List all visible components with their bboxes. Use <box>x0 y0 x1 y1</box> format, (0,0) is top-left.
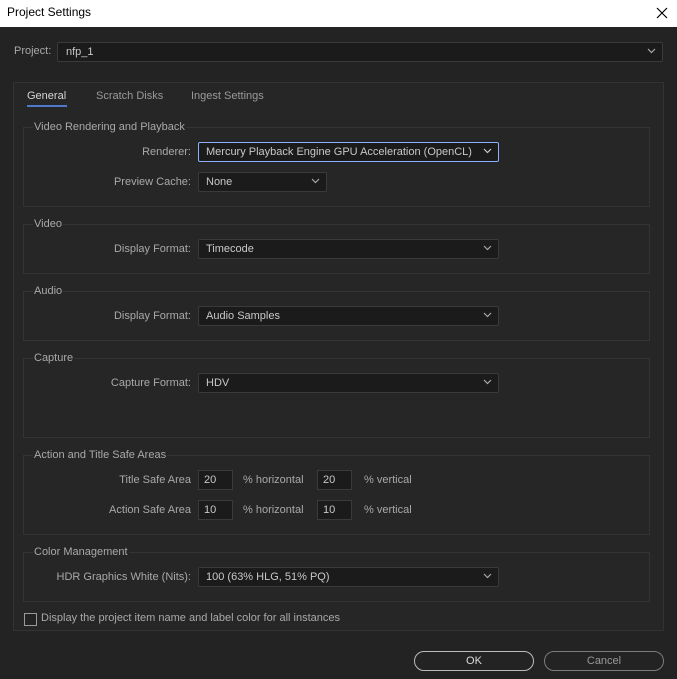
audio-display-format-value: Audio Samples <box>206 310 280 322</box>
chevron-down-icon <box>647 48 656 54</box>
title-safe-horizontal-input[interactable]: 20 <box>198 470 233 490</box>
title-safe-horizontal-unit: % horizontal <box>243 474 304 486</box>
video-display-format-label: Display Format: <box>113 243 191 255</box>
chevron-down-icon <box>483 573 492 579</box>
video-display-format-value: Timecode <box>206 243 254 255</box>
action-safe-vertical-input[interactable]: 10 <box>317 500 352 520</box>
hdr-graphics-white-value: 100 (63% HLG, 51% PQ) <box>206 571 330 583</box>
color-management-title: Color Management <box>33 546 129 558</box>
video-title: Video <box>33 218 63 230</box>
chevron-down-icon <box>483 312 492 318</box>
title-safe-vertical-unit: % vertical <box>364 474 412 486</box>
chevron-down-icon <box>311 178 320 184</box>
renderer-dropdown[interactable]: Mercury Playback Engine GPU Acceleration… <box>198 142 499 162</box>
action-safe-horizontal-unit: % horizontal <box>243 504 304 516</box>
tab-ingest-settings[interactable]: Ingest Settings <box>191 90 264 102</box>
capture-format-label: Capture Format: <box>110 377 191 389</box>
close-button[interactable] <box>650 2 674 24</box>
action-safe-horizontal-input[interactable]: 10 <box>198 500 233 520</box>
action-safe-vertical-unit: % vertical <box>364 504 412 516</box>
action-safe-label: Action Safe Area <box>109 504 191 516</box>
safe-areas-title: Action and Title Safe Areas <box>33 449 168 461</box>
chevron-down-icon <box>483 245 492 251</box>
hdr-graphics-white-dropdown[interactable]: 100 (63% HLG, 51% PQ) <box>198 567 499 587</box>
audio-display-format-dropdown[interactable]: Audio Samples <box>198 306 499 326</box>
video-display-format-dropdown[interactable]: Timecode <box>198 239 499 259</box>
tab-general[interactable]: General <box>27 90 66 102</box>
preview-cache-dropdown[interactable]: None <box>198 172 327 192</box>
project-dropdown[interactable]: nfp_1 <box>57 42 663 62</box>
project-label: Project: <box>14 45 52 57</box>
title-bar <box>0 0 677 27</box>
tab-scratch-disks[interactable]: Scratch Disks <box>96 90 163 102</box>
chevron-down-icon <box>483 379 492 385</box>
preview-cache-label: Preview Cache: <box>113 176 191 188</box>
capture-title: Capture <box>33 352 75 364</box>
hdr-graphics-white-label: HDR Graphics White (Nits): <box>56 571 191 583</box>
safe-areas-group <box>23 455 650 535</box>
cancel-button[interactable]: Cancel <box>544 651 664 671</box>
window-title: Project Settings <box>7 5 92 19</box>
project-value: nfp_1 <box>66 46 94 58</box>
ok-button[interactable]: OK <box>414 651 534 671</box>
active-tab-indicator <box>27 105 67 107</box>
display-item-name-checkbox[interactable] <box>24 613 37 626</box>
capture-format-dropdown[interactable]: HDV <box>198 373 499 393</box>
video-rendering-group <box>23 127 650 207</box>
display-item-name-label[interactable]: Display the project item name and label … <box>41 612 340 624</box>
title-safe-vertical-input[interactable]: 20 <box>317 470 352 490</box>
chevron-down-icon <box>483 148 492 154</box>
audio-title: Audio <box>33 285 64 297</box>
title-safe-label: Title Safe Area <box>119 474 191 486</box>
video-rendering-title: Video Rendering and Playback <box>33 121 186 133</box>
audio-display-format-label: Display Format: <box>113 310 191 322</box>
close-icon <box>656 7 668 19</box>
capture-group <box>23 358 650 438</box>
capture-format-value: HDV <box>206 377 230 389</box>
preview-cache-value: None <box>206 176 233 188</box>
renderer-label: Renderer: <box>142 146 191 158</box>
renderer-value: Mercury Playback Engine GPU Acceleration… <box>206 146 472 158</box>
